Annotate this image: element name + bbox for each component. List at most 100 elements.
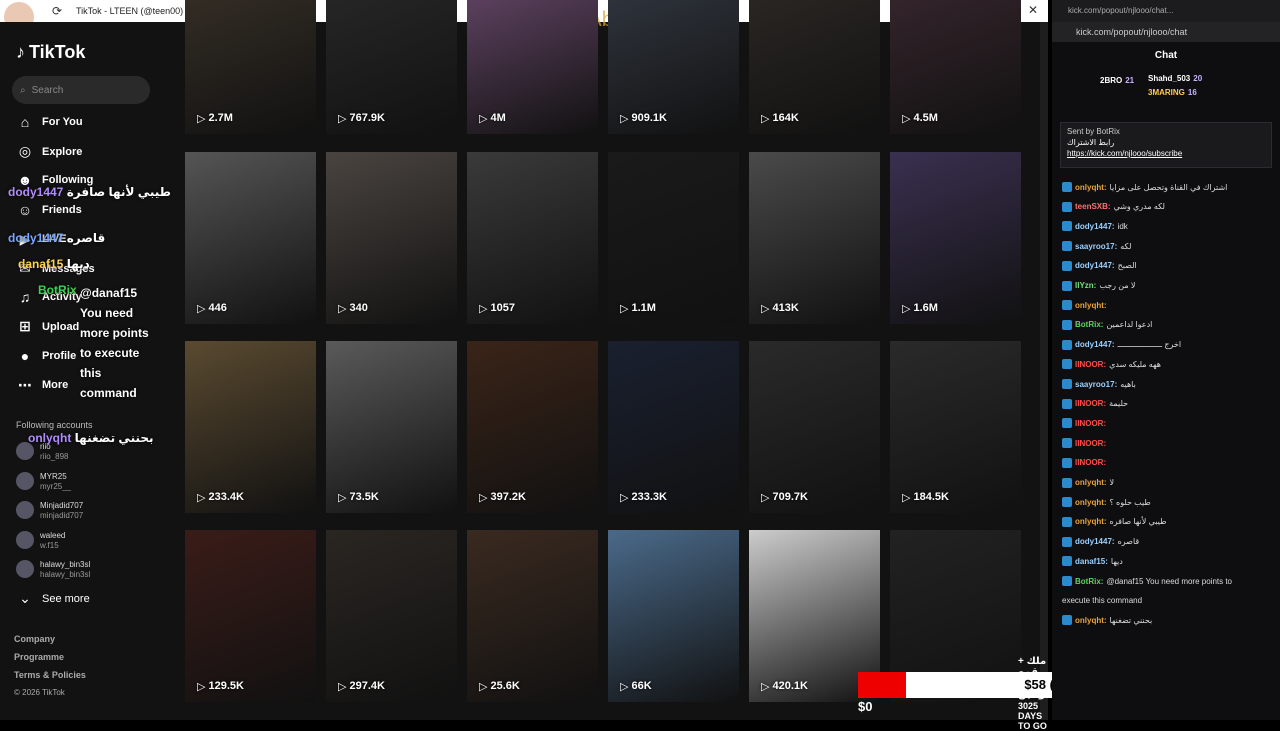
- video-tile[interactable]: ▷ 73.5K: [326, 341, 457, 513]
- chat-username[interactable]: dody1447:: [1075, 340, 1115, 349]
- view-count-value: 184.5K: [913, 491, 949, 503]
- video-tile[interactable]: ▷ 184.5K: [890, 341, 1021, 513]
- video-tile[interactable]: ▷ 909.1K: [608, 0, 739, 134]
- avatar: [16, 501, 34, 519]
- overlay-chat-user: onlyqht: [28, 431, 75, 445]
- video-tile[interactable]: ▷ 709.7K: [749, 341, 880, 513]
- sidebar-item-label: For You: [42, 116, 83, 128]
- chat-username[interactable]: lIYzn:: [1075, 281, 1096, 290]
- chat-username[interactable]: dody1447:: [1075, 222, 1115, 231]
- chat-username[interactable]: onlyqht:: [1075, 498, 1107, 507]
- view-count: ▷ 129.5K: [197, 680, 244, 693]
- view-count: ▷ 340: [338, 302, 368, 315]
- video-tile[interactable]: ▷ 297.4K: [326, 530, 457, 702]
- video-tile[interactable]: ▷ 1.1M: [608, 152, 739, 324]
- following-account[interactable]: waleed w.f15: [16, 530, 65, 551]
- chat-username[interactable]: lINOOR:: [1075, 439, 1106, 448]
- chat-username[interactable]: saayroo17:: [1075, 380, 1117, 389]
- chat-username[interactable]: onlyqht:: [1075, 183, 1107, 192]
- pinned-link[interactable]: https://kick.com/njlooo/subscribe: [1067, 149, 1265, 158]
- view-count-value: 397.2K: [490, 491, 526, 503]
- video-tile[interactable]: ▷ 413K: [749, 152, 880, 324]
- chat-username[interactable]: dody1447:: [1075, 537, 1115, 546]
- view-count-value: 164K: [772, 112, 799, 124]
- chat-message: dody1447: قاصره: [1062, 536, 1140, 547]
- chat-text: اخرج ـــــــــــــــــــ: [1117, 340, 1182, 350]
- video-tile[interactable]: ▷ 340: [326, 152, 457, 324]
- sidebar-item-friends[interactable]: ☺ Friends: [16, 202, 82, 218]
- view-count: ▷ 2.7M: [197, 112, 233, 125]
- chat-username[interactable]: teenSXB:: [1075, 202, 1111, 211]
- chat-username[interactable]: BotRix:: [1075, 577, 1103, 586]
- video-tile[interactable]: ▷ 25.6K: [467, 530, 598, 702]
- footer-link[interactable]: Terms & Policies: [14, 670, 86, 680]
- video-tile[interactable]: ▷ 233.4K: [185, 341, 316, 513]
- following-account[interactable]: halawy_bin3sl halawy_bin3sl: [16, 560, 90, 580]
- video-tile[interactable]: ▷ 1057: [467, 152, 598, 324]
- video-tile[interactable]: ▷ 4.5M: [890, 0, 1021, 134]
- view-count-value: 1.1M: [631, 302, 656, 314]
- leaderboard-entry: 3MARING 16: [1148, 88, 1197, 97]
- see-more-button[interactable]: ⌄ See more: [16, 590, 90, 607]
- chat-username[interactable]: BotRix:: [1075, 320, 1103, 329]
- kick-url-bar[interactable]: kick.com/popout/njlooo/chat: [1052, 22, 1280, 42]
- video-tile[interactable]: ▷ 446: [185, 152, 316, 324]
- video-tile[interactable]: ▷ 164K: [749, 0, 880, 134]
- account-text: Minjadid707 minjadid707: [40, 501, 83, 521]
- chat-username[interactable]: lINOOR:: [1075, 360, 1106, 369]
- chat-username[interactable]: onlyqht:: [1075, 301, 1107, 310]
- video-tile[interactable]: ▷ 1.6M: [890, 152, 1021, 324]
- donation-start-value: $0: [858, 699, 873, 714]
- view-count-value: 233.4K: [208, 491, 244, 503]
- following-account[interactable]: riio riio_898: [16, 442, 68, 462]
- chat-message: BotRix: ادعوا لداعمين: [1062, 319, 1152, 330]
- footer-link[interactable]: Company: [14, 634, 55, 644]
- close-icon[interactable]: ✕: [1028, 3, 1038, 17]
- chevron-down-icon: ⌄: [19, 590, 31, 606]
- reload-icon[interactable]: ⟳: [52, 4, 62, 18]
- chat-username[interactable]: lINOOR:: [1075, 458, 1106, 467]
- play-icon: ▷: [761, 303, 770, 315]
- chat-username[interactable]: onlyqht:: [1075, 478, 1107, 487]
- chat-username[interactable]: lINOOR:: [1075, 399, 1106, 408]
- video-tile[interactable]: ▷ 767.9K: [326, 0, 457, 134]
- sidebar-item-explore[interactable]: ◎ Explore: [16, 143, 82, 160]
- badge-icon: [1062, 241, 1072, 252]
- leaderboard-value: 21: [1125, 76, 1135, 85]
- sidebar-item-for-you[interactable]: ⌂ For You: [16, 114, 83, 130]
- chat-username[interactable]: lINOOR:: [1075, 419, 1106, 428]
- chat-username[interactable]: onlyqht:: [1075, 616, 1107, 625]
- view-count-value: 233.3K: [631, 491, 667, 503]
- tiktok-logo[interactable]: ♪ TikTok: [16, 42, 85, 63]
- video-tile[interactable]: ▷ 66K: [608, 530, 739, 702]
- chat-username[interactable]: saayroo17:: [1075, 242, 1117, 251]
- chat-username[interactable]: danaf15:: [1075, 557, 1108, 566]
- following-account[interactable]: Minjadid707 minjadid707: [16, 501, 83, 521]
- overlay-chat-message: dody1447 قاصره: [8, 231, 105, 245]
- following-account[interactable]: MYR25 myr25__: [16, 471, 71, 492]
- video-tile[interactable]: ▷ 129.5K: [185, 530, 316, 702]
- chat-text: قاصره: [1117, 537, 1140, 547]
- account-handle: halawy_bin3sl: [40, 570, 91, 579]
- chat-text: لا: [1109, 478, 1115, 487]
- badge-icon: [1062, 398, 1072, 409]
- play-icon: ▷: [338, 492, 347, 504]
- view-count: ▷ 909.1K: [620, 112, 667, 125]
- view-count: ▷ 420.1K: [761, 680, 808, 693]
- play-icon: ▷: [620, 681, 629, 693]
- chat-username[interactable]: onlyqht:: [1075, 517, 1107, 526]
- chat-message: teenSXB: لكه مدري وشي: [1062, 201, 1165, 212]
- footer-link[interactable]: Programme: [14, 652, 64, 662]
- view-count-value: 420.1K: [772, 680, 808, 692]
- video-tile[interactable]: ▷ 233.3K: [608, 341, 739, 513]
- page-scrollbar[interactable]: [1040, 22, 1048, 720]
- view-count: ▷ 66K: [620, 680, 652, 693]
- video-tile[interactable]: ▷ 397.2K: [467, 341, 598, 513]
- video-tile[interactable]: ▷ 4M: [467, 0, 598, 134]
- chat-text: ههه مليكه سدي: [1109, 359, 1161, 369]
- video-tile[interactable]: ▷ 2.7M: [185, 0, 316, 134]
- chat-message: onlyqht: طيبي لأنها صافره: [1062, 516, 1166, 527]
- chat-text: ديها: [1110, 556, 1123, 566]
- chat-username[interactable]: dody1447:: [1075, 261, 1115, 270]
- search-input[interactable]: ⌕ Search: [12, 76, 150, 104]
